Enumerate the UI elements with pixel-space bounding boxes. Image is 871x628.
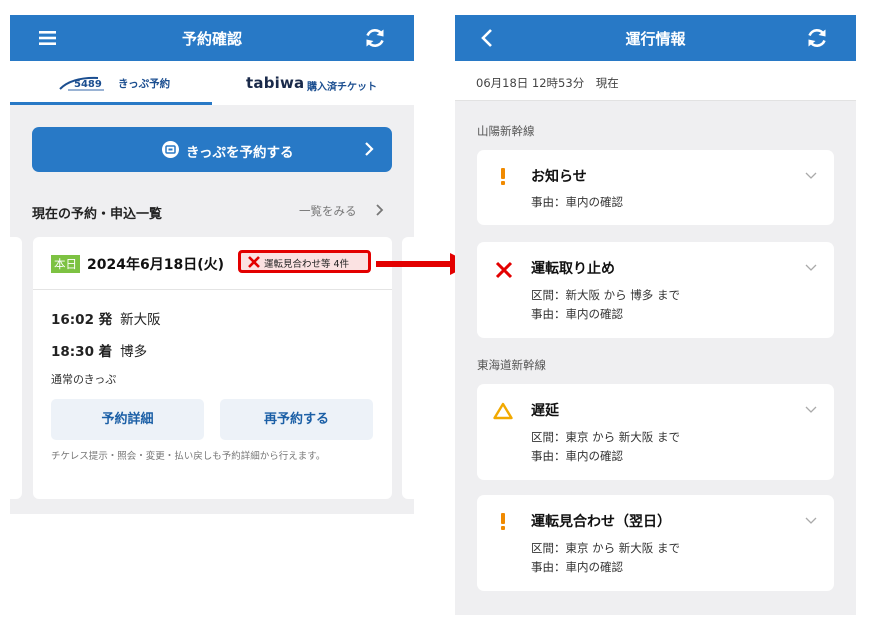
app-header: 運行情報 <box>455 15 856 61</box>
arrival-station: 博多 <box>120 344 148 360</box>
status-card-suspended[interactable]: 運転取り止め 区間：新大阪 から 博多 まで 事由：車内の確認 <box>477 242 834 338</box>
status-card-suspended-next-day[interactable]: 運転見合わせ（翌日） 区間：東京 から 新大阪 まで 事由：車内の確認 <box>477 495 834 591</box>
status-reason: 事由：車内の確認 <box>531 195 623 209</box>
chevron-right-icon[interactable] <box>375 203 385 217</box>
tab-label: 購入済チケット <box>307 82 377 93</box>
divider <box>33 289 392 290</box>
tab-bar: 5489 きっぷ予約 tabiwa 購入済チケット <box>10 61 414 105</box>
tab-kippu-reservation[interactable]: 5489 きっぷ予約 <box>10 61 212 105</box>
line-name: 山陽新幹線 <box>477 124 535 138</box>
ticket-type: 通常のきっぷ <box>51 373 117 386</box>
chevron-down-icon <box>805 172 817 179</box>
see-all-link[interactable]: 一覧をみる <box>299 203 357 219</box>
tab-purchased-tickets[interactable]: tabiwa 購入済チケット <box>212 61 414 105</box>
exclamation-icon <box>501 168 505 185</box>
page-title: 予約確認 <box>181 30 242 48</box>
status-title: 遅延 <box>531 403 559 419</box>
today-badge: 本日 <box>51 255 80 273</box>
update-timestamp: 06月18日 12時53分 現在 <box>476 76 619 90</box>
tab-label: きっぷ予約 <box>118 78 171 90</box>
status-reason: 事由：車内の確認 <box>531 307 623 321</box>
departure-time: 16:02 発 <box>51 312 113 328</box>
chevron-down-icon <box>805 264 817 271</box>
cross-icon <box>495 261 513 279</box>
rebook-button[interactable]: 再予約する <box>220 399 373 440</box>
arrival-row: 18:30 着博多 <box>51 340 147 360</box>
refresh-icon[interactable] <box>803 24 831 52</box>
reservation-card: 本日 2024年6月18日(火) 運転見合わせ等 4件 16:02 発新大阪 1… <box>33 237 392 499</box>
chevron-down-icon <box>805 406 817 413</box>
service-info-screen: 運行情報 06月18日 12時53分 現在 山陽新幹線 お知らせ 事由：車内の確… <box>455 15 856 615</box>
app-header: 予約確認 <box>10 15 414 61</box>
chevron-down-icon <box>805 517 817 524</box>
cross-icon <box>248 256 260 268</box>
reservation-screen: 予約確認 5489 きっぷ予約 tabiwa 購入済チケット きっぷを予約する <box>10 15 414 514</box>
service-alert-badge[interactable]: 運転見合わせ等 4件 <box>238 250 371 273</box>
service-alert-label: 運転見合わせ等 4件 <box>264 259 350 270</box>
section-title: 現在の予約・申込一覧 <box>32 207 163 222</box>
line-name: 東海道新幹線 <box>477 358 546 372</box>
timestamp-bar: 06月18日 12時53分 現在 <box>455 61 856 101</box>
status-title: 運転取り止め <box>531 261 615 277</box>
refresh-icon[interactable] <box>361 24 389 52</box>
status-section: 区間：東京 から 新大阪 まで <box>531 541 680 555</box>
chevron-right-icon <box>365 142 374 156</box>
status-title: 運転見合わせ（翌日） <box>531 514 671 530</box>
status-title: お知らせ <box>531 169 587 185</box>
ticket-icon <box>162 141 179 158</box>
reservation-date: 2024年6月18日(火) <box>87 257 224 273</box>
departure-station: 新大阪 <box>120 312 161 328</box>
status-reason: 事由：車内の確認 <box>531 560 623 574</box>
arrival-time: 18:30 着 <box>51 344 113 360</box>
status-card-notice[interactable]: お知らせ 事由：車内の確認 <box>477 150 834 225</box>
exclamation-icon <box>501 513 505 530</box>
5489-logo: 5489 <box>59 76 104 91</box>
previous-card-peek[interactable] <box>10 237 22 499</box>
status-card-delay[interactable]: 遅延 区間：東京 から 新大阪 まで 事由：車内の確認 <box>477 384 834 480</box>
page-title: 運行情報 <box>625 30 686 48</box>
warning-triangle-icon <box>493 402 513 420</box>
tabiwa-logo: tabiwa <box>246 74 305 92</box>
5489-logo-text: 5489 <box>74 79 102 90</box>
departure-row: 16:02 発新大阪 <box>51 308 161 328</box>
reservation-detail-button[interactable]: 予約詳細 <box>51 399 204 440</box>
book-ticket-label: きっぷを予約する <box>186 145 294 161</box>
status-section: 区間：東京 から 新大阪 まで <box>531 430 680 444</box>
help-note: チケレス提示・照会・変更・払い戻しも予約詳細から行えます。 <box>51 451 326 462</box>
status-reason: 事由：車内の確認 <box>531 449 623 463</box>
next-card-peek[interactable] <box>402 237 414 499</box>
book-ticket-button[interactable]: きっぷを予約する <box>32 127 392 172</box>
status-section: 区間：新大阪 から 博多 まで <box>531 288 680 302</box>
